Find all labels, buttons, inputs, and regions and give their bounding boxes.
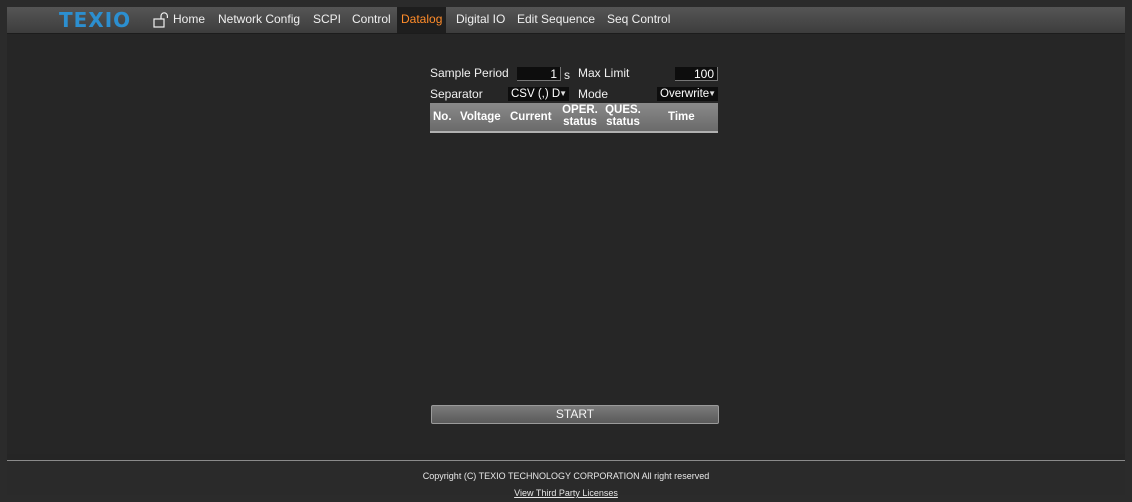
start-button[interactable]: START bbox=[431, 405, 719, 424]
nav-network-config[interactable]: Network Config bbox=[218, 7, 300, 33]
col-time: Time bbox=[668, 111, 695, 123]
chevron-down-icon: ▼ bbox=[708, 89, 716, 98]
mode-select-value: Overwrite bbox=[660, 88, 710, 100]
sample-period-input[interactable]: 1 bbox=[517, 67, 561, 81]
sample-period-unit: s bbox=[564, 68, 570, 82]
sample-period-label: Sample Period bbox=[430, 66, 509, 80]
page: TEXIO Home Network Config SCPI Control D… bbox=[0, 0, 1132, 502]
separator-label: Separator bbox=[430, 87, 483, 101]
col-no: No. bbox=[433, 111, 452, 123]
nav-bar: TEXIO Home Network Config SCPI Control D… bbox=[7, 7, 1125, 34]
texio-logo: TEXIO bbox=[59, 8, 132, 32]
max-limit-input[interactable]: 100 bbox=[675, 67, 718, 81]
nav-home[interactable]: Home bbox=[173, 7, 205, 33]
third-party-licenses-link[interactable]: View Third Party Licenses bbox=[7, 488, 1125, 498]
col-current: Current bbox=[510, 111, 552, 123]
unlock-icon[interactable] bbox=[152, 12, 170, 28]
col-oper-status: OPER. status bbox=[562, 104, 598, 128]
max-limit-label: Max Limit bbox=[578, 66, 630, 80]
nav-edit-sequence[interactable]: Edit Sequence bbox=[517, 7, 595, 33]
nav-control[interactable]: Control bbox=[352, 7, 391, 33]
footer: Copyright (C) TEXIO TECHNOLOGY CORPORATI… bbox=[7, 461, 1125, 498]
mode-select[interactable]: Overwrite ▼ bbox=[657, 87, 718, 101]
col-voltage: Voltage bbox=[460, 111, 501, 123]
copyright-text: Copyright (C) TEXIO TECHNOLOGY CORPORATI… bbox=[422, 471, 710, 481]
chevron-down-icon: ▼ bbox=[559, 89, 567, 98]
nav-datalog[interactable]: Datalog bbox=[397, 7, 447, 33]
nav-digital-io[interactable]: Digital IO bbox=[456, 7, 505, 33]
nav-seq-control[interactable]: Seq Control bbox=[607, 7, 670, 33]
separator-select[interactable]: CSV (,) D ▼ bbox=[508, 87, 569, 101]
mode-label: Mode bbox=[578, 87, 609, 101]
nav-scpi[interactable]: SCPI bbox=[313, 7, 341, 33]
datalog-table-header: No. Voltage Current OPER. status QUES. s… bbox=[430, 103, 718, 133]
col-ques-status: QUES. status bbox=[605, 104, 641, 128]
separator-select-value: CSV (,) D bbox=[511, 88, 561, 100]
